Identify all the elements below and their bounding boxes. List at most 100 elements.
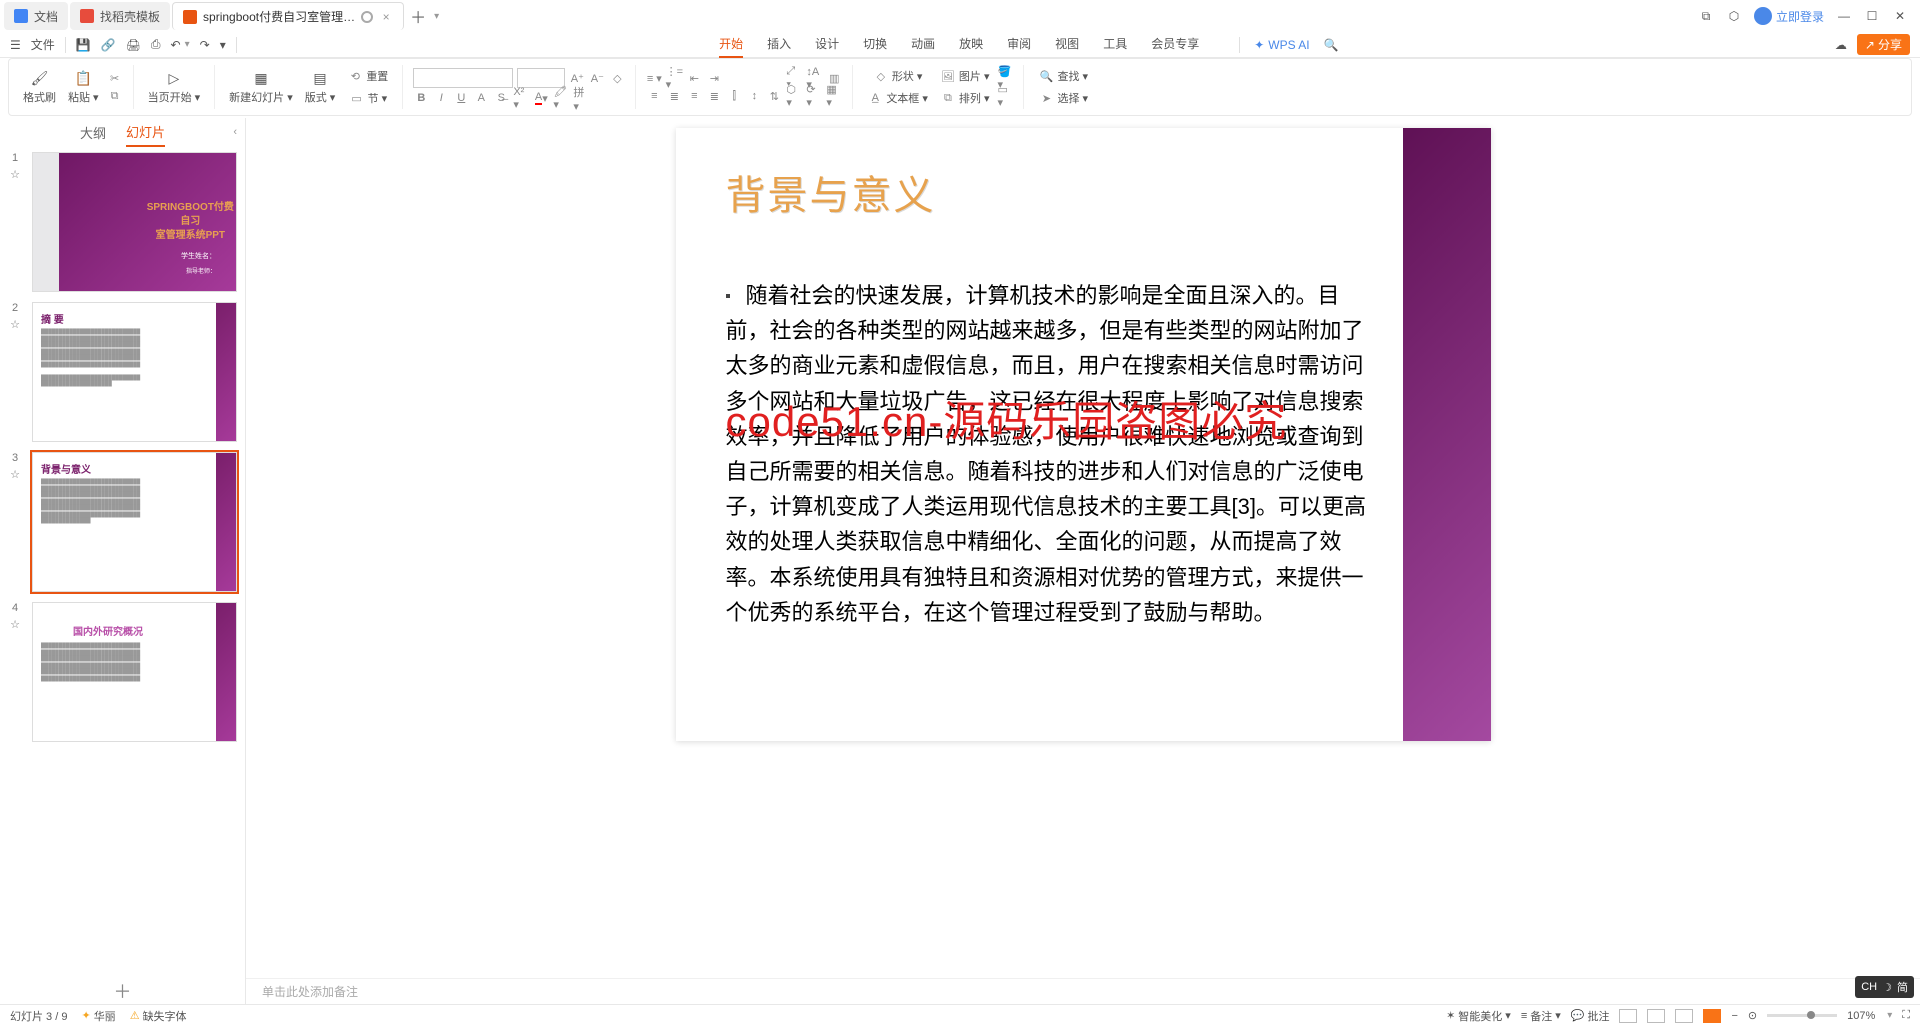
tab-doc[interactable]: 文档 — [4, 2, 68, 30]
zoom-slider[interactable] — [1767, 1014, 1837, 1017]
collapse-panel-icon[interactable]: ‹ — [233, 126, 237, 138]
clear-format-icon[interactable]: ◇ — [609, 70, 625, 86]
missing-font-button[interactable]: ⚠缺失字体 — [130, 1008, 187, 1024]
chevron-down-icon[interactable]: ▾ — [434, 11, 439, 22]
outline-icon[interactable]: ▭ ▾ — [997, 88, 1013, 104]
window-multi-icon[interactable]: ⧉ — [1698, 8, 1714, 24]
notes-toggle-button[interactable]: ≡ 备注 ▾ — [1521, 1008, 1561, 1024]
font-color-icon[interactable]: A ▾ — [533, 90, 549, 106]
increase-indent-icon[interactable]: ⇥ — [706, 70, 722, 86]
start-page-button[interactable]: ▷当页开始 ▾ — [144, 68, 205, 107]
print-icon[interactable]: 🖨 — [126, 38, 141, 52]
thumb-item[interactable]: 1☆ SPRINGBOOT付费自习室管理系统PPT 学生姓名： 指导老师： — [4, 152, 237, 292]
image-button[interactable]: 🖼图片 ▾ — [936, 66, 994, 86]
hamburger-icon[interactable]: ☰ — [10, 38, 21, 52]
undo-icon[interactable]: ↶▾ — [171, 38, 190, 52]
cloud-icon[interactable]: ☁ — [1835, 38, 1847, 52]
align-left-icon[interactable]: ≡ — [646, 88, 662, 104]
chevron-down-icon[interactable]: ▾ — [220, 38, 226, 52]
zoom-out-icon[interactable]: − — [1731, 1010, 1737, 1022]
line-spacing-icon[interactable]: ↕ — [746, 88, 762, 104]
strike-icon[interactable]: S̶ — [493, 90, 509, 106]
package-icon[interactable]: ⬡ — [1726, 8, 1742, 24]
menu-tab-animation[interactable]: 动画 — [911, 31, 935, 58]
highlight-icon[interactable]: 🖍 ▾ — [553, 90, 569, 106]
redo-icon[interactable]: ↷ — [200, 38, 210, 52]
comment-button[interactable]: 💬 批注 — [1571, 1008, 1610, 1024]
thumb-item[interactable]: 2☆ 摘 要 █████████████████████████████████… — [4, 302, 237, 442]
align-center-icon[interactable]: ≣ — [666, 88, 682, 104]
star-icon[interactable]: ☆ — [10, 618, 20, 631]
fit-window-icon[interactable]: ⛶ — [1902, 1009, 1910, 1022]
search-icon[interactable]: 🔍 — [1324, 38, 1339, 52]
superscript-icon[interactable]: X² ▾ — [513, 90, 529, 106]
textbox-button[interactable]: A̲文本框 ▾ — [863, 88, 932, 108]
theme-button[interactable]: ✦华丽 — [81, 1008, 115, 1024]
section-button[interactable]: ▭节 ▾ — [343, 88, 392, 108]
panel-tab-outline[interactable]: 大纲 — [80, 119, 106, 146]
add-slide-button[interactable]: ＋ — [0, 978, 245, 1004]
zoom-reset-icon[interactable]: ⊙ — [1748, 1009, 1757, 1022]
font-family-combo[interactable] — [413, 68, 513, 88]
menu-tab-member[interactable]: 会员专享 — [1151, 31, 1199, 58]
underline-icon[interactable]: U — [453, 90, 469, 106]
normal-view-icon[interactable] — [1619, 1009, 1637, 1023]
star-icon[interactable]: ☆ — [10, 468, 20, 481]
thumb-item[interactable]: 3☆ 背景与意义 ███████████████████████████████… — [4, 452, 237, 592]
numbering-icon[interactable]: ⋮= ▾ — [666, 70, 682, 86]
slide-canvas[interactable]: 背景与意义 随着社会的快速发展，计算机技术的影响是全面且深入的。目前，社会的各种… — [676, 128, 1491, 741]
menu-tab-review[interactable]: 审阅 — [1007, 31, 1031, 58]
slide-title[interactable]: 背景与意义 — [726, 163, 936, 221]
login-button[interactable]: 立即登录 — [1754, 7, 1824, 25]
distribute-icon[interactable]: ⫿ — [726, 88, 742, 104]
shadow-icon[interactable]: A — [473, 90, 489, 106]
pinyin-icon[interactable]: 拼 ▾ — [573, 90, 589, 106]
decrease-font-icon[interactable]: A⁻ — [589, 70, 605, 86]
layout-button[interactable]: ▤版式 ▾ — [301, 68, 340, 107]
find-button[interactable]: 🔍查找 ▾ — [1034, 66, 1092, 86]
maximize-icon[interactable]: ☐ — [1864, 8, 1880, 24]
table-convert-icon[interactable]: ▦ ▾ — [826, 88, 842, 104]
tab-presentation[interactable]: springboot付费自习室管理… × — [172, 2, 404, 30]
reset-button[interactable]: ⟲重置 — [343, 66, 392, 86]
convert-icon[interactable]: ⟳ ▾ — [806, 88, 822, 104]
menu-tab-tools[interactable]: 工具 — [1103, 31, 1127, 58]
share-button[interactable]: ↗ 分享 — [1857, 34, 1910, 55]
slideshow-view-icon[interactable] — [1703, 1009, 1721, 1023]
close-window-icon[interactable]: ✕ — [1892, 8, 1908, 24]
sorter-view-icon[interactable] — [1647, 1009, 1665, 1023]
menu-tab-slideshow[interactable]: 放映 — [959, 31, 983, 58]
star-icon[interactable]: ☆ — [10, 318, 20, 331]
smart-beautify-button[interactable]: ✶ 智能美化 ▾ — [1446, 1008, 1511, 1024]
bullets-icon[interactable]: ≡ ▾ — [646, 70, 662, 86]
copy-icon[interactable]: ⧉ — [107, 88, 123, 104]
slide-body[interactable]: 随着社会的快速发展，计算机技术的影响是全面且深入的。目前，社会的各种类型的网站越… — [726, 278, 1381, 630]
menu-tab-start[interactable]: 开始 — [719, 31, 743, 58]
menu-tab-transition[interactable]: 切换 — [863, 31, 887, 58]
thumb-list[interactable]: 1☆ SPRINGBOOT付费自习室管理系统PPT 学生姓名： 指导老师： 2☆… — [0, 146, 245, 978]
arrange-button[interactable]: ⧉排列 ▾ — [936, 88, 994, 108]
justify-icon[interactable]: ≣ — [706, 88, 722, 104]
ime-badge[interactable]: CH ☽ 简 — [1855, 976, 1914, 998]
bold-icon[interactable]: B — [413, 90, 429, 106]
file-menu[interactable]: 文件 — [31, 36, 55, 53]
thumb-item[interactable]: 4☆ 国内外研究概况 █████████████████████████████… — [4, 602, 237, 742]
close-icon[interactable]: × — [379, 10, 393, 24]
preview-icon[interactable]: ⎙ — [151, 37, 161, 52]
menu-tab-view[interactable]: 视图 — [1055, 31, 1079, 58]
link-icon[interactable]: 🔗 — [101, 38, 116, 52]
tab-templates[interactable]: 找稻壳模板 — [70, 2, 170, 30]
cut-icon[interactable]: ✂ — [107, 70, 123, 86]
new-tab-button[interactable]: ＋ — [406, 4, 430, 28]
save-icon[interactable]: 💾 — [76, 38, 91, 52]
panel-tab-slides[interactable]: 幻灯片 — [126, 118, 165, 147]
minimize-icon[interactable]: — — [1836, 8, 1852, 24]
chevron-down-icon[interactable]: ▾ — [1887, 1010, 1892, 1021]
star-icon[interactable]: ☆ — [10, 168, 20, 181]
zoom-value[interactable]: 107% — [1847, 1010, 1875, 1022]
wps-ai-button[interactable]: ✦ WPS AI — [1254, 38, 1309, 52]
select-button[interactable]: ➤选择 ▾ — [1034, 88, 1092, 108]
new-slide-button[interactable]: ▦新建幻灯片 ▾ — [225, 68, 297, 107]
shape-button[interactable]: ◇形状 ▾ — [863, 66, 932, 86]
italic-icon[interactable]: I — [433, 90, 449, 106]
